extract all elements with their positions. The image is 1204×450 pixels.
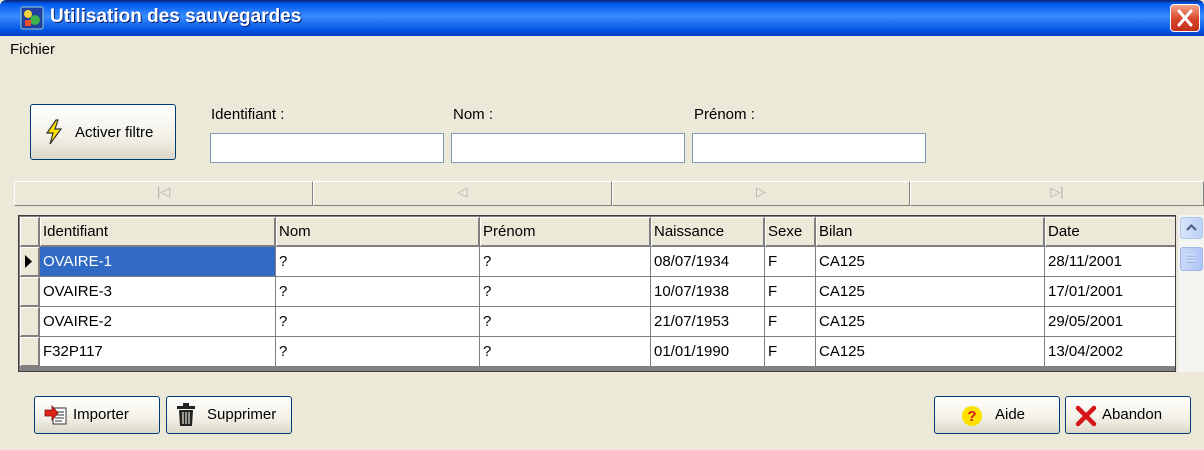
table-cell[interactable]: ? — [276, 307, 479, 336]
table-cell[interactable]: 21/07/1953 — [651, 307, 764, 336]
table-cell[interactable]: F — [765, 337, 815, 366]
aide-button[interactable]: ? Aide — [934, 396, 1060, 434]
table-cell[interactable]: 08/07/1934 — [651, 247, 764, 276]
window-title: Utilisation des sauvegardes — [50, 6, 302, 27]
table-cell[interactable]: CA125 — [816, 247, 1044, 276]
help-icon: ? — [962, 406, 982, 426]
last-record-icon: ▷| — [1050, 184, 1064, 199]
table-cell[interactable]: ? — [480, 337, 650, 366]
table-cell[interactable]: CA125 — [816, 277, 1044, 306]
import-icon — [44, 404, 67, 425]
table-cell[interactable]: ? — [480, 307, 650, 336]
table-cell[interactable]: F — [765, 277, 815, 306]
abandon-button[interactable]: Abandon — [1065, 396, 1191, 434]
table-cell[interactable]: 01/01/1990 — [651, 337, 764, 366]
prenom-field[interactable] — [692, 133, 926, 163]
identifiant-label: Identifiant : — [211, 106, 285, 123]
chevron-up-icon — [1186, 223, 1197, 231]
table-cell[interactable]: F32P117 — [40, 337, 275, 366]
table-cell[interactable]: F — [765, 307, 815, 336]
table-cell[interactable]: F — [765, 247, 815, 276]
table-cell[interactable]: CA125 — [816, 337, 1044, 366]
table-cell[interactable]: CA125 — [816, 307, 1044, 336]
cancel-x-icon — [1075, 405, 1097, 427]
nav-last-button[interactable]: ▷| — [910, 181, 1204, 206]
current-row-arrow-icon — [25, 255, 32, 268]
supprimer-button[interactable]: Supprimer — [166, 396, 292, 434]
trash-icon — [177, 403, 195, 426]
title-bar: Utilisation des sauvegardes — [0, 0, 1204, 36]
row-indicator[interactable] — [20, 247, 39, 276]
table-cell[interactable]: 13/04/2002 — [1045, 337, 1175, 366]
scroll-thumb[interactable] — [1180, 247, 1203, 271]
table-cell[interactable]: OVAIRE-3 — [40, 277, 275, 306]
activer-filtre-button[interactable]: Activer filtre — [30, 104, 176, 160]
nom-label: Nom : — [453, 106, 494, 123]
header-indicator — [20, 217, 39, 246]
table-cell[interactable]: ? — [276, 337, 479, 366]
menu-fichier[interactable]: Fichier — [10, 41, 55, 58]
table-cell[interactable]: ? — [276, 277, 479, 306]
first-record-icon: |◁ — [156, 184, 171, 199]
table-cell[interactable]: 28/11/2001 — [1045, 247, 1175, 276]
column-header[interactable]: Bilan — [816, 217, 1044, 246]
nav-first-button[interactable]: |◁ — [14, 181, 313, 206]
column-header[interactable]: Nom — [276, 217, 479, 246]
activer-filtre-label: Activer filtre — [75, 124, 154, 141]
row-indicator[interactable] — [20, 277, 39, 306]
abandon-label: Abandon — [1102, 406, 1163, 423]
row-indicator[interactable] — [20, 307, 39, 336]
data-grid: Identifiant Nom Prénom Naissance Sexe Bi… — [18, 215, 1176, 372]
record-navigator: |◁ ◁ ▷ ▷| — [14, 181, 1204, 206]
close-icon — [1177, 9, 1193, 27]
column-header[interactable]: Prénom — [480, 217, 650, 246]
column-header[interactable]: Sexe — [765, 217, 815, 246]
app-icon — [20, 6, 44, 30]
table-cell[interactable]: OVAIRE-2 — [40, 307, 275, 336]
table-cell[interactable]: ? — [276, 247, 479, 276]
nav-prior-button[interactable]: ◁ — [313, 181, 612, 206]
prenom-label: Prénom : — [694, 106, 755, 123]
table-cell[interactable]: OVAIRE-1 — [40, 247, 275, 276]
supprimer-label: Supprimer — [207, 406, 277, 423]
table-cell[interactable]: 10/07/1938 — [651, 277, 764, 306]
close-button[interactable] — [1170, 4, 1200, 32]
importer-button[interactable]: Importer — [34, 396, 160, 434]
table-cell[interactable]: ? — [480, 247, 650, 276]
identifiant-field[interactable] — [210, 133, 444, 163]
nav-next-button[interactable]: ▷ — [612, 181, 910, 206]
grip-icon — [1187, 254, 1196, 263]
scroll-up-button[interactable] — [1180, 217, 1203, 239]
menu-bar: Fichier — [0, 36, 1204, 64]
next-record-icon: ▷ — [756, 184, 766, 199]
table-cell[interactable]: ? — [480, 277, 650, 306]
vertical-scrollbar[interactable] — [1177, 215, 1204, 372]
column-header[interactable]: Naissance — [651, 217, 764, 246]
row-indicator[interactable] — [20, 337, 39, 366]
importer-label: Importer — [73, 406, 129, 423]
lightning-icon — [45, 119, 63, 145]
nom-field[interactable] — [451, 133, 685, 163]
svg-text:?: ? — [967, 408, 976, 425]
prior-record-icon: ◁ — [457, 184, 468, 199]
table-cell[interactable]: 29/05/2001 — [1045, 307, 1175, 336]
aide-label: Aide — [995, 406, 1026, 423]
table-cell[interactable]: 17/01/2001 — [1045, 277, 1175, 306]
column-header[interactable]: Identifiant — [40, 217, 275, 246]
column-header[interactable]: Date — [1045, 217, 1175, 246]
